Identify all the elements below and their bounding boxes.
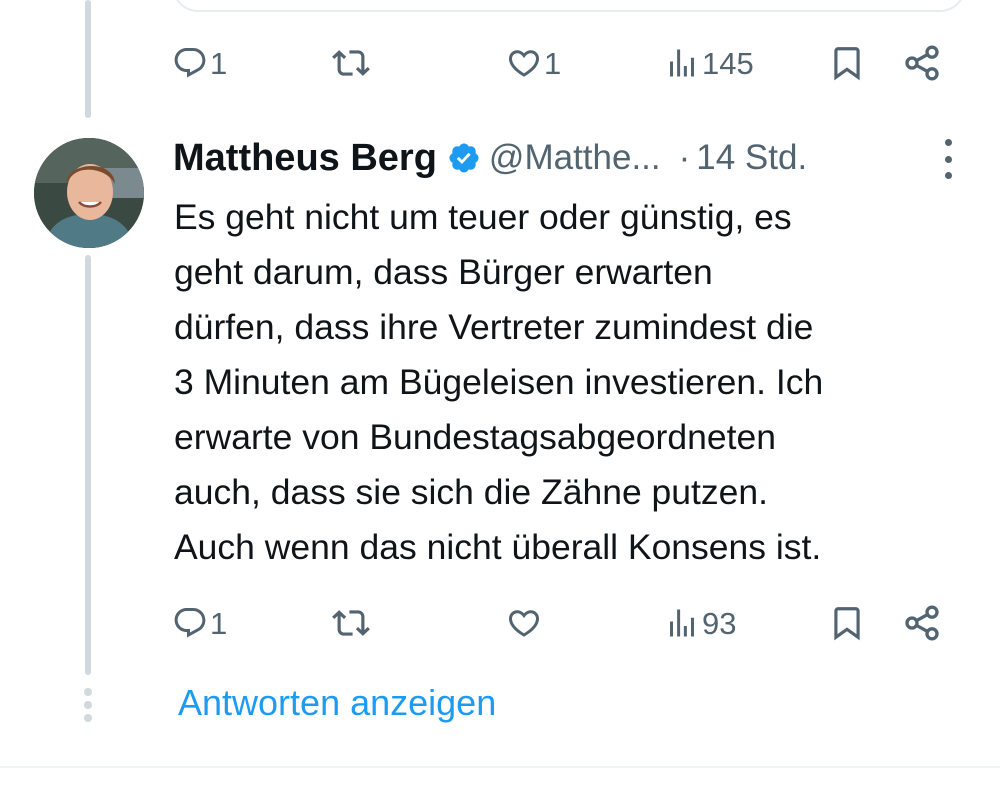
- reply-icon: [174, 608, 206, 638]
- bookmark-button[interactable]: [828, 598, 866, 648]
- reply-icon: [174, 48, 206, 78]
- tweet-text-line: 3 Minuten am Bügeleisen investieren. Ich: [174, 362, 824, 402]
- more-vertical-icon[interactable]: [941, 139, 955, 179]
- share-icon: [905, 605, 939, 641]
- divider: [0, 766, 1000, 768]
- views-count: 145: [702, 45, 754, 81]
- heart-icon: [508, 610, 540, 637]
- previous-tweet-actions: 1 1 145: [172, 38, 952, 88]
- avatar-image: [34, 138, 144, 248]
- avatar[interactable]: [34, 138, 144, 248]
- tweet-header: Mattheus Berg @Matthe... · 14 Std.: [173, 133, 963, 183]
- retweet-icon: [332, 50, 370, 76]
- retweet-button[interactable]: [332, 598, 372, 648]
- views-icon: [670, 49, 694, 77]
- views-button[interactable]: 145: [664, 38, 754, 88]
- share-icon: [905, 45, 939, 81]
- retweet-button[interactable]: [332, 38, 370, 88]
- bookmark-icon: [834, 607, 860, 641]
- reply-count: 1: [210, 45, 228, 81]
- like-button[interactable]: 1: [506, 38, 561, 88]
- thread-line-upper: [85, 0, 91, 118]
- heart-icon: [508, 50, 540, 77]
- timestamp[interactable]: 14 Std.: [696, 138, 807, 178]
- reply-count: 1: [210, 605, 228, 641]
- author-name[interactable]: Mattheus Berg: [173, 137, 437, 180]
- share-button[interactable]: [902, 598, 942, 648]
- thread-line-lower: [85, 255, 91, 675]
- verified-badge-icon: [447, 141, 481, 175]
- share-button[interactable]: [902, 38, 942, 88]
- tweet-text: Es geht nicht um teuer oder günstig, es …: [174, 190, 974, 575]
- previous-tweet-card-edge: [172, 0, 966, 12]
- tweet-text-line: auch, dass sie sich die Zähne putzen.: [174, 472, 769, 512]
- tweet-text-line: erwarte von Bundestagsabgeordneten: [174, 417, 776, 457]
- views-count: 93: [702, 605, 737, 641]
- views-button[interactable]: 93: [664, 598, 736, 648]
- bookmark-icon: [834, 47, 860, 81]
- like-count: 1: [544, 45, 562, 81]
- retweet-icon: [332, 610, 370, 636]
- like-button[interactable]: [506, 598, 544, 648]
- views-icon: [670, 609, 694, 637]
- bookmark-button[interactable]: [828, 38, 866, 88]
- tweet-text-line: Es geht nicht um teuer oder günstig, es: [174, 197, 792, 237]
- tweet-text-line: geht darum, dass Bürger erwarten: [174, 252, 713, 292]
- tweet-text-line: dürfen, dass ihre Vertreter zumindest di…: [174, 307, 814, 347]
- separator: ·: [678, 138, 691, 177]
- tweet-actions: 1 93: [172, 598, 952, 648]
- reply-button[interactable]: 1: [172, 38, 227, 88]
- author-handle[interactable]: @Matthe...: [489, 138, 661, 178]
- tweet-text-line: Auch wenn das nicht überall Konsens ist.: [174, 527, 822, 567]
- reply-button[interactable]: 1: [172, 598, 227, 648]
- show-replies-link[interactable]: Antworten anzeigen: [178, 682, 496, 724]
- thread-continuation-dots: [82, 688, 94, 722]
